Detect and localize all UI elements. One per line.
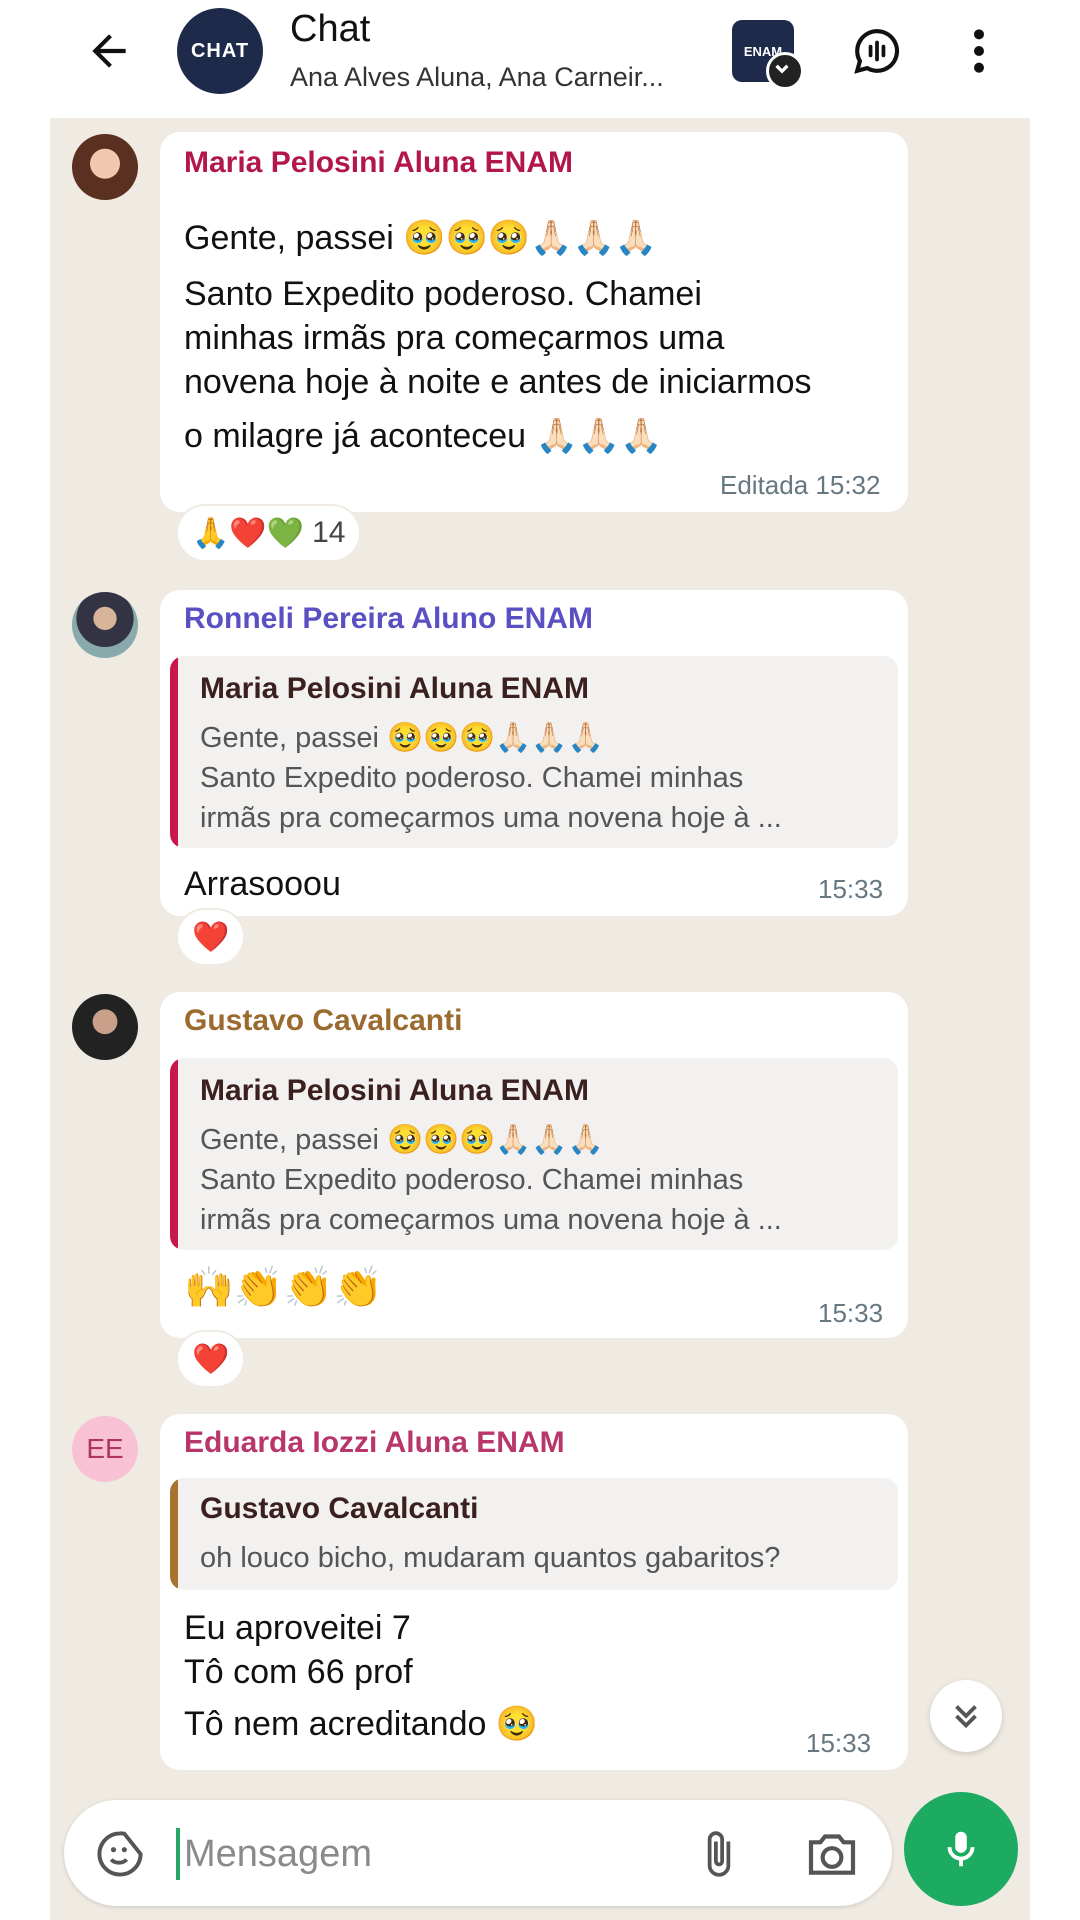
avatar[interactable]: EE <box>72 1416 138 1482</box>
quote-text-line: Gente, passei 🥹🥹🥹🙏🏻🙏🏻🙏🏻 <box>200 1124 604 1156</box>
quote-text-line: oh louco bicho, mudaram quantos gabarito… <box>200 1542 781 1574</box>
chevron-down-icon <box>766 52 804 90</box>
arrow-left-icon[interactable] <box>84 26 134 76</box>
avatar[interactable] <box>72 994 138 1060</box>
quote-accent-bar <box>170 1478 178 1590</box>
reaction-count: 14 <box>312 516 346 549</box>
quote-text-line: Santo Expedito poderoso. Chamei minhas <box>200 1164 744 1196</box>
chat-area[interactable]: Maria Pelosini Aluna ENAM Gente, passei … <box>50 118 1030 1920</box>
sender-name[interactable]: Eduarda Iozzi Aluna ENAM <box>184 1426 565 1460</box>
message-timestamp: 15:33 <box>806 1728 872 1758</box>
quoted-message[interactable]: Maria Pelosini Aluna ENAM Gente, passei … <box>170 656 898 848</box>
text-cursor <box>176 1828 180 1880</box>
message-composer <box>64 1800 892 1906</box>
reactions-pill[interactable]: ❤️ <box>176 1330 246 1388</box>
reaction-emojis: ❤️ <box>192 1342 230 1376</box>
voice-chat-icon[interactable] <box>852 26 902 76</box>
message-text-line: minhas irmãs pra começarmos uma <box>184 319 725 357</box>
message-bubble[interactable]: Eduarda Iozzi Aluna ENAM Gustavo Cavalca… <box>160 1414 908 1770</box>
sender-name[interactable]: Gustavo Cavalcanti <box>184 1004 462 1038</box>
message-text-line: novena hoje à noite e antes de iniciarmo… <box>184 363 812 401</box>
voice-record-button[interactable] <box>904 1792 1018 1906</box>
message-text-line: Tô nem acreditando 🥹 <box>184 1705 539 1743</box>
chat-title[interactable]: Chat <box>290 8 370 51</box>
message-text: Arrasooou <box>184 865 341 903</box>
message-timestamp: 15:33 <box>818 1298 884 1328</box>
more-vert-icon[interactable] <box>964 26 994 76</box>
quote-accent-bar <box>170 1058 178 1250</box>
message-bubble[interactable]: Ronneli Pereira Aluno ENAM Maria Pelosin… <box>160 590 908 916</box>
avatar[interactable] <box>72 134 138 200</box>
reaction-emojis: 🙏❤️💚 <box>192 516 305 550</box>
double-chevron-down-icon <box>955 1705 977 1729</box>
quote-accent-bar <box>170 656 178 848</box>
camera-icon[interactable] <box>804 1830 860 1878</box>
message-text-line: o milagre já aconteceu 🙏🏻🙏🏻🙏🏻 <box>184 417 663 455</box>
chat-members[interactable]: Ana Alves Aluna, Ana Carneir... <box>290 62 664 93</box>
message-text-line: Eu aproveitei 7 <box>184 1609 411 1647</box>
avatar[interactable] <box>72 592 138 658</box>
message-text-line: Santo Expedito poderoso. Chamei <box>184 275 702 313</box>
quote-text-line: Gente, passei 🥹🥹🥹🙏🏻🙏🏻🙏🏻 <box>200 722 604 754</box>
message-text-line: Gente, passei 🥹🥹🥹🙏🏻🙏🏻🙏🏻 <box>184 219 658 257</box>
community-button[interactable]: ENAM <box>732 20 804 90</box>
quote-sender: Maria Pelosini Aluna ENAM <box>200 1074 589 1107</box>
message-timestamp: 15:33 <box>818 874 884 904</box>
group-avatar[interactable]: CHAT <box>177 8 263 94</box>
quoted-message[interactable]: Maria Pelosini Aluna ENAM Gente, passei … <box>170 1058 898 1250</box>
message-timestamp: Editada 15:32 <box>720 470 881 500</box>
sender-name[interactable]: Maria Pelosini Aluna ENAM <box>184 146 573 180</box>
message-bubble[interactable]: Maria Pelosini Aluna ENAM Gente, passei … <box>160 132 908 512</box>
scroll-to-bottom-button[interactable] <box>930 1680 1002 1752</box>
message-text: 🙌👏👏👏 <box>184 1266 384 1310</box>
message-text-line: Tô com 66 prof <box>184 1653 413 1691</box>
quote-text-line: irmãs pra começarmos uma novena hoje à .… <box>200 802 782 834</box>
quote-sender: Maria Pelosini Aluna ENAM <box>200 672 589 705</box>
quoted-message[interactable]: Gustavo Cavalcanti oh louco bicho, mudar… <box>170 1478 898 1590</box>
message-bubble[interactable]: Gustavo Cavalcanti Maria Pelosini Aluna … <box>160 992 908 1338</box>
reactions-pill[interactable]: 🙏❤️💚 14 <box>176 504 362 562</box>
reactions-pill[interactable]: ❤️ <box>176 908 246 966</box>
message-input[interactable] <box>182 1822 636 1886</box>
app-bar: CHAT Chat Ana Alves Aluna, Ana Carneir..… <box>0 0 1080 118</box>
paperclip-icon[interactable] <box>694 1826 744 1882</box>
sticker-icon[interactable] <box>94 1828 146 1880</box>
sender-name[interactable]: Ronneli Pereira Aluno ENAM <box>184 602 593 636</box>
quote-text-line: irmãs pra começarmos uma novena hoje à .… <box>200 1204 782 1236</box>
quote-sender: Gustavo Cavalcanti <box>200 1492 479 1525</box>
quote-text-line: Santo Expedito poderoso. Chamei minhas <box>200 762 744 794</box>
mic-icon <box>947 1831 975 1867</box>
reaction-emojis: ❤️ <box>192 920 230 954</box>
